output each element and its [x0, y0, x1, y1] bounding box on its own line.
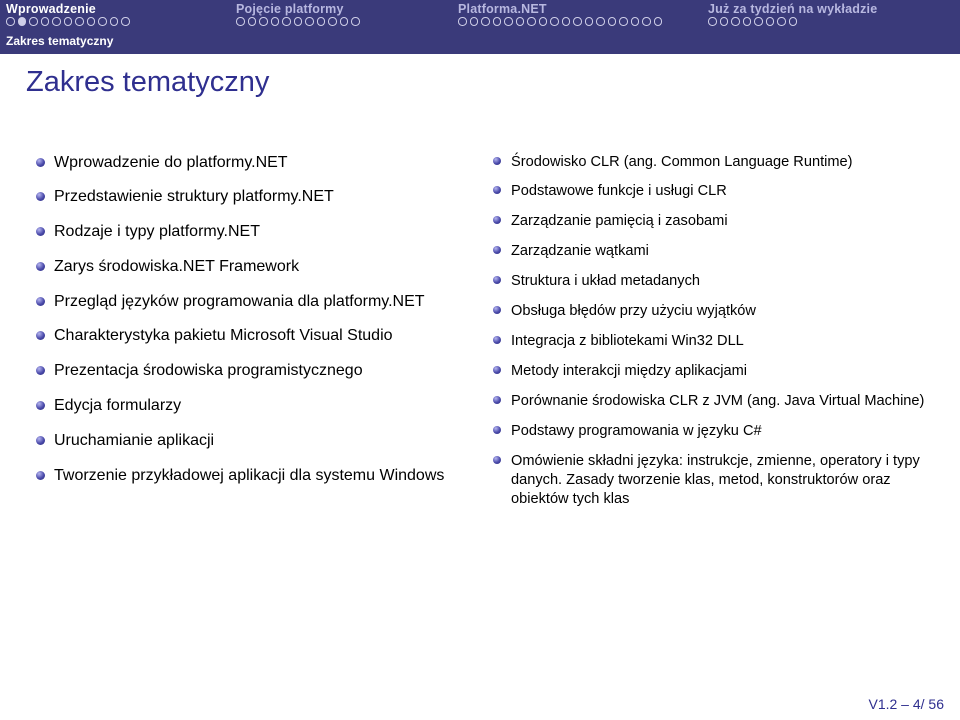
list-item: Podstawowe funkcje i usługi CLR [493, 182, 936, 201]
nav-dot[interactable] [789, 17, 798, 26]
nav-dot[interactable] [573, 17, 582, 26]
list-item: Rodzaje i typy platformy.NET [36, 222, 479, 243]
list-item: Porównanie środowiska CLR z JVM (ang. Ja… [493, 392, 936, 411]
nav-label: Pojęcie platformy [236, 2, 446, 16]
nav-dot[interactable] [259, 17, 268, 26]
nav-dot[interactable] [110, 17, 119, 26]
list-item: Wprowadzenie do platformy.NET [36, 153, 479, 174]
nav-dot[interactable] [550, 17, 559, 26]
nav-dot[interactable] [282, 17, 291, 26]
nav-dot[interactable] [458, 17, 467, 26]
nav-dots-3 [708, 16, 954, 29]
list-item: Obsługa błędów przy użyciu wyjątków [493, 302, 936, 321]
list-item: Omówienie składni języka: instrukcje, zm… [493, 452, 936, 509]
nav-dot[interactable] [236, 17, 245, 26]
nav-dots-2 [458, 16, 696, 29]
sub-nav: Zakres tematyczny [0, 30, 960, 54]
nav-dot[interactable] [754, 17, 763, 26]
nav-dot[interactable] [731, 17, 740, 26]
list-item: Prezentacja środowiska programistycznego [36, 361, 479, 382]
nav-dot[interactable] [516, 17, 525, 26]
nav-dot[interactable] [654, 17, 663, 26]
nav-dot[interactable] [98, 17, 107, 26]
nav-dot[interactable] [631, 17, 640, 26]
list-item: Edycja formularzy [36, 396, 479, 417]
nav-dot[interactable] [619, 17, 628, 26]
nav-dot[interactable] [121, 17, 130, 26]
nav-dots-1 [236, 16, 446, 29]
nav-dot[interactable] [596, 17, 605, 26]
list-item: Przegląd języków programowania dla platf… [36, 292, 479, 313]
nav-dot[interactable] [328, 17, 337, 26]
nav-dot[interactable] [305, 17, 314, 26]
slide-title: Zakres tematyczny [0, 54, 960, 109]
nav-section-1[interactable]: Pojęcie platformy [230, 0, 452, 30]
nav-section-3[interactable]: Już za tydzień na wykładzie [702, 0, 960, 30]
nav-dot[interactable] [340, 17, 349, 26]
nav-dot[interactable] [87, 17, 96, 26]
nav-dot[interactable] [766, 17, 775, 26]
list-item: Zarządzanie wątkami [493, 242, 936, 261]
nav-label: Wprowadzenie [6, 2, 224, 16]
list-item: Przedstawienie struktury platformy.NET [36, 187, 479, 208]
nav-dot[interactable] [608, 17, 617, 26]
left-list: Wprowadzenie do platformy.NET Przedstawie… [36, 153, 479, 487]
nav-dot[interactable] [720, 17, 729, 26]
left-column: Wprowadzenie do platformy.NET Przedstawie… [36, 153, 479, 521]
nav-dot[interactable] [6, 17, 15, 26]
footer-pager: V1.2 – 4/ 56 [868, 696, 944, 712]
nav-dot[interactable] [527, 17, 536, 26]
nav-dot[interactable] [585, 17, 594, 26]
nav-dot[interactable] [743, 17, 752, 26]
nav-dot[interactable] [642, 17, 651, 26]
slide-body: Wprowadzenie do platformy.NET Przedstawie… [0, 109, 960, 521]
list-item: Zarządzanie pamięcią i zasobami [493, 212, 936, 231]
list-item: Struktura i układ metadanych [493, 272, 936, 291]
nav-dot[interactable] [294, 17, 303, 26]
nav-dot[interactable] [41, 17, 50, 26]
list-item: Tworzenie przykładowej aplikacji dla sys… [36, 466, 479, 487]
nav-dot[interactable] [539, 17, 548, 26]
nav-dot[interactable] [708, 17, 717, 26]
nav-dot[interactable] [504, 17, 513, 26]
slide: Wprowadzenie Pojęcie platformy Platforma… [0, 0, 960, 720]
nav-section-2[interactable]: Platforma.NET [452, 0, 702, 30]
nav-dot[interactable] [64, 17, 73, 26]
nav-dot[interactable] [470, 17, 479, 26]
nav-dots-0 [6, 16, 224, 29]
nav-bar: Wprowadzenie Pojęcie platformy Platforma… [0, 0, 960, 30]
nav-dot[interactable] [493, 17, 502, 26]
list-item: Podstawy programowania w języku C# [493, 422, 936, 441]
list-item: Uruchamianie aplikacji [36, 431, 479, 452]
list-item: Środowisko CLR (ang. Common Language Run… [493, 153, 936, 172]
list-item: Integracja z bibliotekami Win32 DLL [493, 332, 936, 351]
nav-dot[interactable] [75, 17, 84, 26]
nav-dot[interactable] [29, 17, 38, 26]
nav-dot[interactable] [481, 17, 490, 26]
nav-dot[interactable] [52, 17, 61, 26]
nav-section-0[interactable]: Wprowadzenie [0, 0, 230, 30]
nav-dot[interactable] [777, 17, 786, 26]
subsection-label: Zakres tematyczny [6, 34, 113, 48]
nav-dot[interactable] [271, 17, 280, 26]
right-column: Środowisko CLR (ang. Common Language Run… [493, 153, 936, 521]
nav-dot[interactable] [351, 17, 360, 26]
list-item: Metody interakcji między aplikacjami [493, 362, 936, 381]
right-list: Środowisko CLR (ang. Common Language Run… [493, 153, 936, 510]
nav-dot[interactable] [18, 17, 27, 26]
nav-dot[interactable] [317, 17, 326, 26]
list-item: Zarys środowiska.NET Framework [36, 257, 479, 278]
list-item: Charakterystyka pakietu Microsoft Visual… [36, 326, 479, 347]
nav-label: Już za tydzień na wykładzie [708, 2, 954, 16]
nav-dot[interactable] [248, 17, 257, 26]
nav-label: Platforma.NET [458, 2, 696, 16]
nav-dot[interactable] [562, 17, 571, 26]
